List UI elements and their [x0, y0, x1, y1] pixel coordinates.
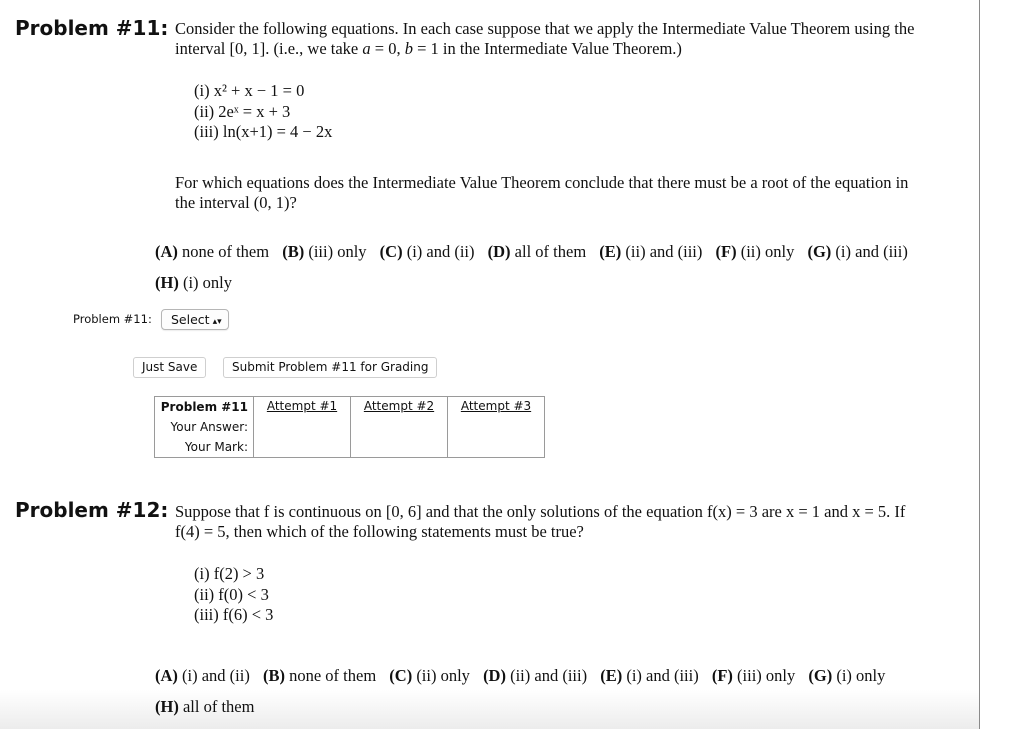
attempt-3-cell: Attempt #3 — [447, 396, 545, 458]
intro-text: = 0, — [370, 39, 405, 58]
equation-label: (i) — [194, 81, 210, 100]
var-a: a — [362, 39, 371, 58]
choice-f: (F) (iii) only — [711, 666, 796, 685]
problem-11-title: Problem #11: — [15, 16, 169, 40]
problem-11-question: For which equations does the Intermediat… — [175, 173, 970, 213]
attempts-table: Problem #11 Attempt #1 Attempt #2 Attemp… — [154, 396, 545, 458]
problem-11-intro: Consider the following equations. In eac… — [175, 19, 970, 59]
problem-12-choices: (A) (i) and (ii) (B) none of them (C) (i… — [155, 660, 970, 722]
choice-d: (D) (ii) and (iii) — [483, 666, 588, 685]
attempt-3-link[interactable]: Attempt #3 — [461, 399, 531, 413]
table-row: Problem #11 Attempt #1 Attempt #2 Attemp… — [155, 396, 545, 458]
choice-g: (G) (i) and (iii) — [807, 242, 908, 261]
answer-label: Problem #11: — [73, 312, 152, 326]
statement-label: (ii) — [194, 584, 215, 604]
page-right-border — [979, 0, 980, 729]
statement-item: (iii) f(6) < 3 — [194, 605, 273, 626]
choice-g: (G) (i) only — [808, 666, 886, 685]
statement-label: (i) — [194, 564, 210, 583]
attempt-1-cell: Attempt #1 — [253, 396, 351, 458]
choice-f: (F) (ii) only — [715, 242, 795, 261]
select-value: Select — [171, 312, 210, 327]
statement-text: f(6) < 3 — [222, 605, 274, 624]
table-header: Problem #11 — [160, 400, 248, 414]
attempt-1-link[interactable]: Attempt #1 — [267, 399, 337, 413]
choice-c: (C) (i) and (ii) — [379, 242, 475, 261]
choice-h: (H) all of them — [155, 697, 255, 716]
equation-text: ln(x+1) = 4 − 2x — [222, 122, 333, 141]
question-line: the interval (0, 1)? — [175, 193, 297, 212]
statement-text: f(2) > 3 — [213, 564, 265, 583]
question-line: For which equations does the Intermediat… — [175, 173, 909, 192]
statement-item: (ii) f(0) < 3 — [194, 585, 273, 606]
choice-e: (E) (ii) and (iii) — [599, 242, 703, 261]
statement-item: (i) f(2) > 3 — [194, 564, 273, 585]
var-b: b — [404, 39, 413, 58]
choice-a: (A) none of them — [155, 242, 270, 261]
problem-12-title: Problem #12: — [15, 498, 169, 522]
problem-11-equations: (i) x² + x − 1 = 0 (ii) 2eˣ = x + 3 (iii… — [194, 81, 332, 143]
choice-e: (E) (i) and (iii) — [600, 666, 699, 685]
equation-item: (i) x² + x − 1 = 0 — [194, 81, 332, 102]
choice-h: (H) (i) only — [155, 273, 232, 292]
just-save-button[interactable]: Just Save — [133, 357, 207, 378]
answer-select[interactable]: Select ▴▾ — [161, 309, 229, 330]
intro-text: interval [0, 1]. (i.e., we take — [175, 39, 363, 58]
problem-11-choices: (A) none of them (B) (iii) only (C) (i) … — [155, 236, 970, 298]
problem-12-intro-line2: f(4) = 5, then which of the following st… — [175, 522, 584, 541]
attempt-2-link[interactable]: Attempt #2 — [364, 399, 434, 413]
problem-12-intro-line1: Suppose that f is continuous on [0, 6] a… — [175, 502, 906, 521]
equation-label: (iii) — [194, 122, 219, 141]
your-mark-label: Your Mark: — [184, 440, 248, 454]
select-arrows-icon: ▴▾ — [212, 317, 222, 327]
equation-text: 2eˣ = x + 3 — [218, 101, 291, 121]
problem-12-intro: Suppose that f is continuous on [0, 6] a… — [175, 502, 970, 542]
choice-b: (B) (iii) only — [282, 242, 367, 261]
choice-b: (B) none of them — [262, 666, 377, 685]
choice-d: (D) all of them — [487, 242, 587, 261]
problem-page: Problem #11: Consider the following equa… — [0, 0, 979, 729]
problem-12-statements: (i) f(2) > 3 (ii) f(0) < 3 (iii) f(6) < … — [194, 564, 273, 626]
your-answer-label: Your Answer: — [170, 420, 248, 434]
problem-11-intro-line1: Consider the following equations. In eac… — [175, 19, 915, 38]
equation-text: x² + x − 1 = 0 — [213, 81, 305, 100]
choice-a: (A) (i) and (ii) — [155, 666, 250, 685]
problem-11-intro-line2: interval [0, 1]. (i.e., we take a = 0, b… — [175, 39, 970, 59]
equation-item: (ii) 2eˣ = x + 3 — [194, 102, 332, 123]
equation-item: (iii) ln(x+1) = 4 − 2x — [194, 122, 332, 143]
attempt-2-cell: Attempt #2 — [350, 396, 448, 458]
submit-button[interactable]: Submit Problem #11 for Grading — [223, 357, 438, 378]
choice-c: (C) (ii) only — [389, 666, 470, 685]
intro-text: = 1 in the Intermediate Value Theorem.) — [412, 39, 682, 58]
statement-label: (iii) — [194, 605, 219, 624]
statement-text: f(0) < 3 — [218, 584, 269, 604]
equation-label: (ii) — [194, 101, 215, 121]
